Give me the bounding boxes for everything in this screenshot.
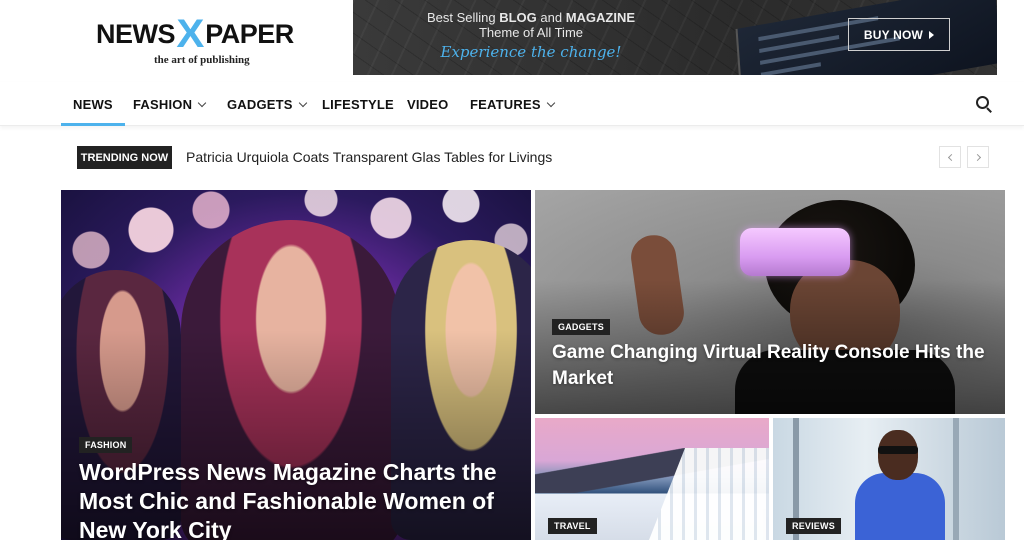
chevron-down-icon: [298, 98, 307, 107]
trending-prev-button[interactable]: [939, 146, 961, 168]
site-logo[interactable]: NEWS X PAPER the art of publishing: [96, 12, 316, 66]
logo-wordmark: NEWS X PAPER: [96, 12, 316, 56]
ad-banner[interactable]: Best Selling BLOG and MAGAZINE Theme of …: [353, 0, 997, 75]
nav-item-label: FASHION: [133, 96, 193, 112]
main-navigation: NEWS FASHION GADGETS LIFESTYLE VIDEO FEA…: [0, 82, 1024, 126]
featured-post-travel[interactable]: TRAVEL: [535, 418, 769, 540]
nav-item-label: VIDEO: [407, 96, 449, 112]
category-badge[interactable]: FASHION: [79, 437, 133, 453]
chevron-down-icon: [197, 98, 207, 107]
logo-paper: PAPER: [205, 19, 294, 49]
nav-item-label: NEWS: [73, 96, 113, 112]
category-badge[interactable]: GADGETS: [552, 319, 610, 335]
nav-item-label: GADGETS: [227, 96, 293, 112]
featured-post-fashion[interactable]: FASHION WordPress News Magazine Charts t…: [61, 190, 531, 540]
nav-item-lifestyle[interactable]: LIFESTYLE: [322, 82, 394, 126]
trending-now-label: TRENDING NOW: [77, 146, 172, 169]
chevron-down-icon: [546, 98, 555, 107]
category-badge[interactable]: TRAVEL: [548, 518, 597, 534]
banner-slogan: Experience the change!: [440, 43, 622, 61]
featured-post-reviews[interactable]: REVIEWS: [773, 418, 1005, 540]
caret-right-icon: [929, 30, 935, 39]
chevron-right-icon: [973, 153, 981, 161]
buy-now-label: BUY NOW: [863, 27, 924, 42]
logo-x: X: [176, 12, 204, 56]
trending-headline-link[interactable]: Patricia Urquiola Coats Transparent Glas…: [186, 149, 552, 165]
chevron-left-icon: [947, 153, 955, 161]
banner-subheadline: Theme of All Time: [478, 25, 584, 40]
post-title[interactable]: WordPress News Magazine Charts the Most …: [79, 458, 519, 540]
search-icon[interactable]: [976, 96, 992, 113]
logo-tagline: the art of publishing: [154, 54, 250, 66]
nav-item-video[interactable]: VIDEO: [407, 82, 448, 126]
nav-item-features[interactable]: FEATURES: [470, 82, 555, 126]
nav-item-label: LIFESTYLE: [322, 96, 394, 112]
category-badge[interactable]: REVIEWS: [786, 518, 841, 534]
buy-now-button[interactable]: BUY NOW: [848, 18, 950, 51]
trending-next-button[interactable]: [967, 146, 989, 168]
banner-headline: Best Selling BLOG and MAGAZINE: [426, 10, 636, 25]
nav-item-news[interactable]: NEWS: [61, 82, 125, 126]
nav-item-fashion[interactable]: FASHION: [133, 82, 207, 126]
post-title[interactable]: Game Changing Virtual Reality Console Hi…: [552, 340, 992, 392]
nav-item-label: FEATURES: [470, 96, 541, 112]
featured-post-gadgets[interactable]: GADGETS Game Changing Virtual Reality Co…: [535, 190, 1005, 414]
logo-news: NEWS: [96, 19, 176, 49]
nav-item-gadgets[interactable]: GADGETS: [227, 82, 307, 126]
